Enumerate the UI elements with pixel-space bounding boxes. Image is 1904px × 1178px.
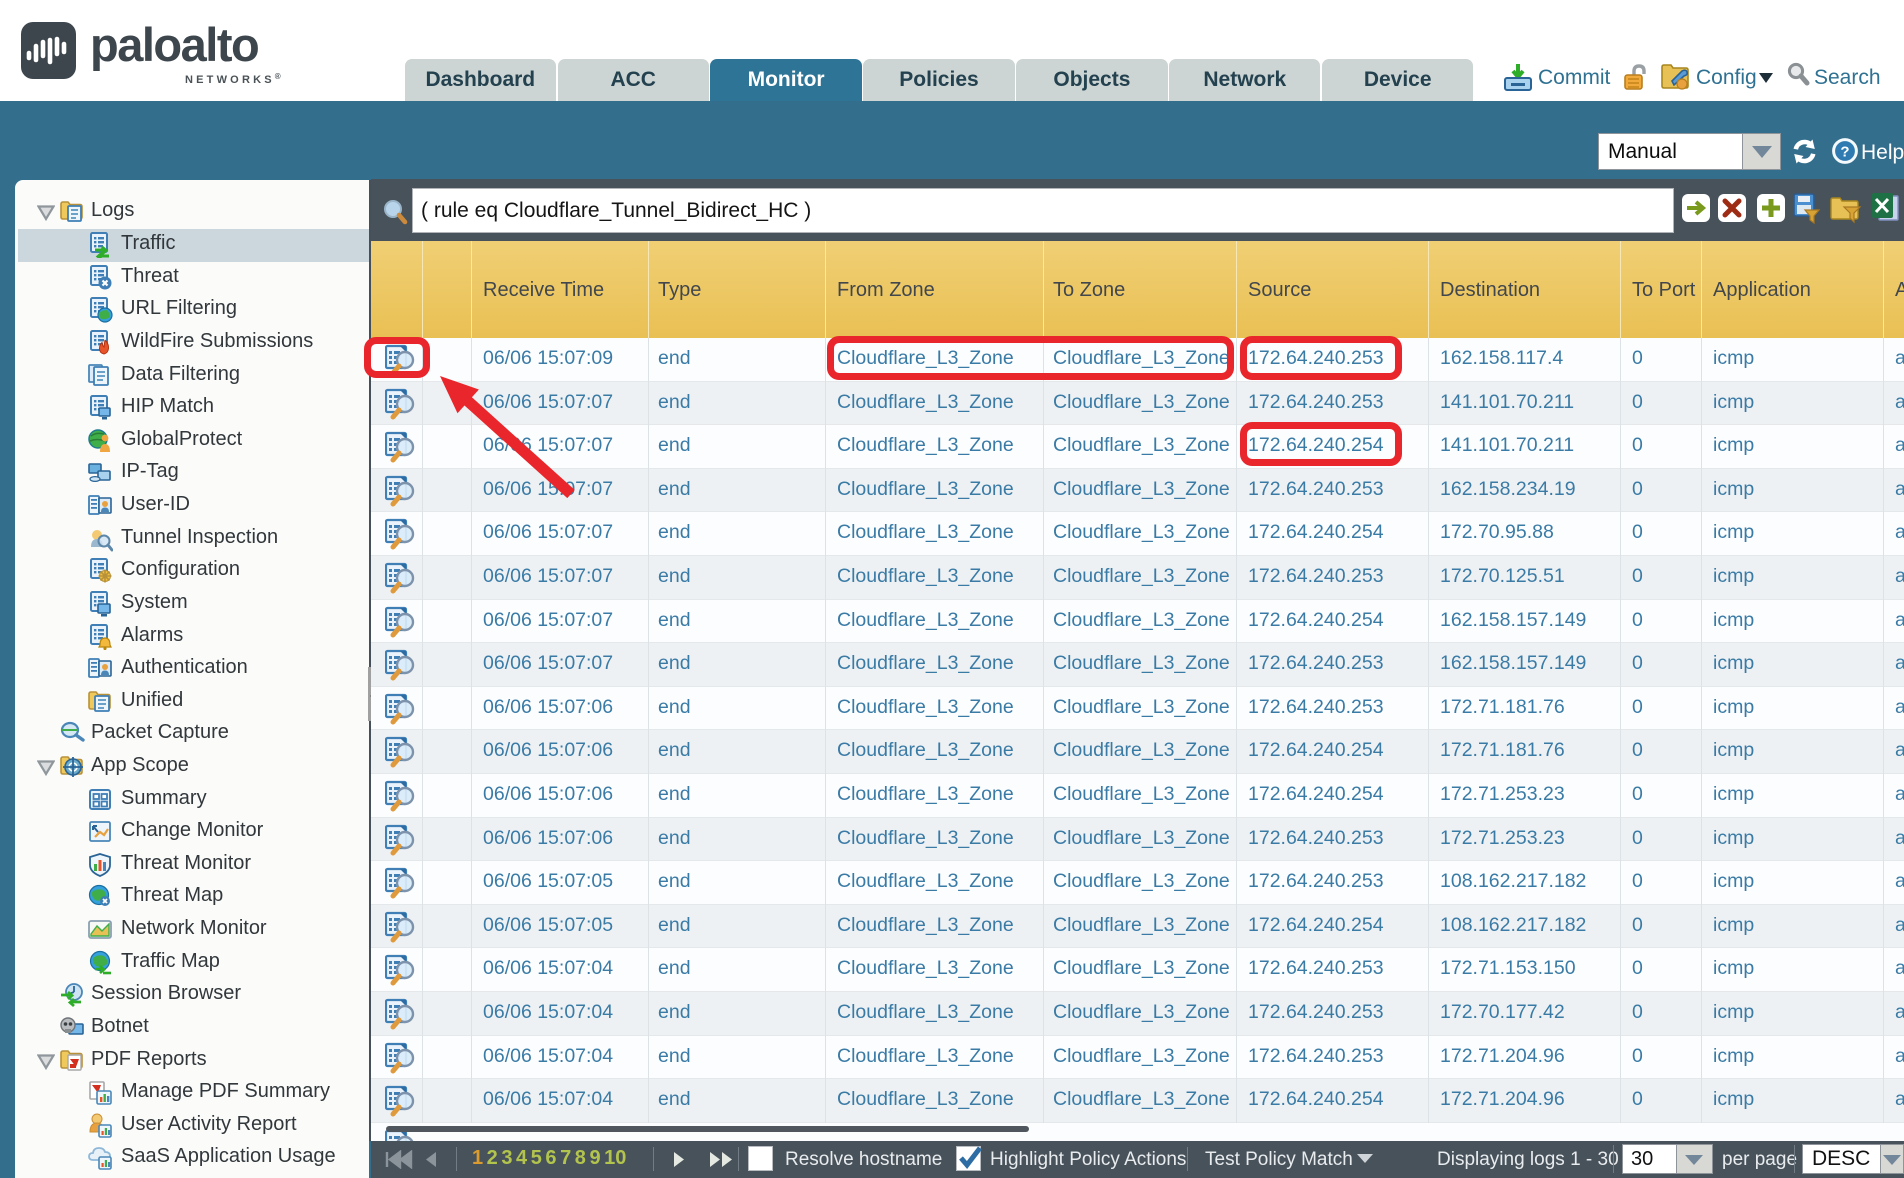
svg-text:?: ? — [1840, 144, 1849, 161]
